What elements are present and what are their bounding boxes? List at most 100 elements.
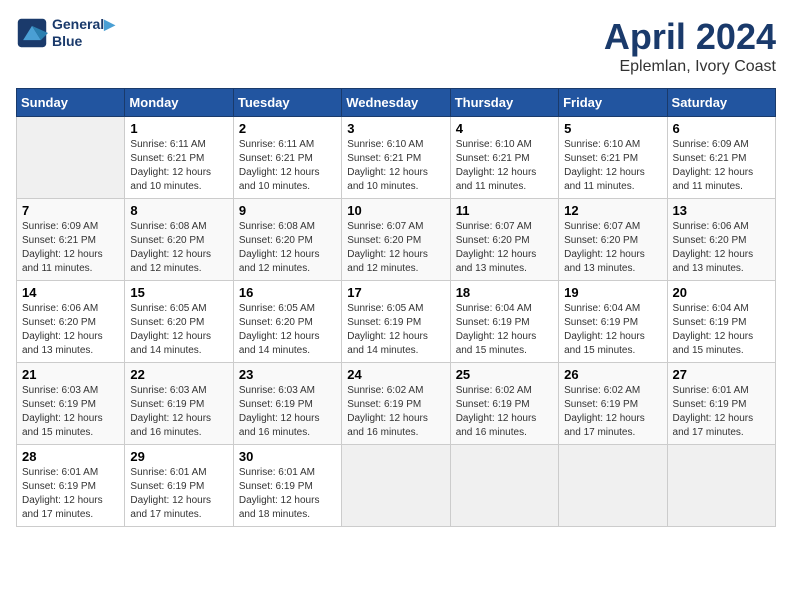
day-number: 9 <box>239 203 336 218</box>
day-number: 15 <box>130 285 227 300</box>
weekday-header-sunday: Sunday <box>17 89 125 117</box>
weekday-header-friday: Friday <box>559 89 667 117</box>
calendar-cell: 27 Sunrise: 6:01 AMSunset: 6:19 PMDayligh… <box>667 363 775 445</box>
calendar-cell <box>559 445 667 527</box>
day-number: 3 <box>347 121 444 136</box>
weekday-header-tuesday: Tuesday <box>233 89 341 117</box>
day-number: 23 <box>239 367 336 382</box>
calendar-cell: 19 Sunrise: 6:04 AMSunset: 6:19 PMDayligh… <box>559 281 667 363</box>
day-info: Sunrise: 6:10 AMSunset: 6:21 PMDaylight:… <box>564 138 661 194</box>
day-number: 18 <box>456 285 553 300</box>
day-info: Sunrise: 6:01 AMSunset: 6:19 PMDaylight:… <box>673 384 770 440</box>
calendar-cell: 12Sunrise: 6:07 AMSunset: 6:20 PMDayligh… <box>559 199 667 281</box>
day-info: Sunrise: 6:06 AMSunset: 6:20 PMDaylight:… <box>22 302 119 358</box>
day-number: 14 <box>22 285 119 300</box>
calendar-cell: 15 Sunrise: 6:05 AMSunset: 6:20 PMDayligh… <box>125 281 233 363</box>
day-number: 13 <box>673 203 770 218</box>
day-number: 27 <box>673 367 770 382</box>
calendar-cell <box>17 117 125 199</box>
day-info: Sunrise: 6:03 AMSunset: 6:19 PMDaylight:… <box>239 384 336 440</box>
weekday-header-row: SundayMondayTuesdayWednesdayThursdayFrid… <box>17 89 776 117</box>
day-number: 2 <box>239 121 336 136</box>
logo-text: General▶ Blue <box>52 16 115 49</box>
day-info: Sunrise: 6:10 AMSunset: 6:21 PMDaylight:… <box>456 138 553 194</box>
day-number: 21 <box>22 367 119 382</box>
calendar-body: 1 Sunrise: 6:11 AMSunset: 6:21 PMDaylight… <box>17 117 776 527</box>
calendar-cell: 8Sunrise: 6:08 AMSunset: 6:20 PMDaylight… <box>125 199 233 281</box>
day-number: 11 <box>456 203 553 218</box>
day-info: Sunrise: 6:03 AMSunset: 6:19 PMDaylight:… <box>22 384 119 440</box>
day-info: Sunrise: 6:04 AMSunset: 6:19 PMDaylight:… <box>673 302 770 358</box>
calendar-cell: 24 Sunrise: 6:02 AMSunset: 6:19 PMDayligh… <box>342 363 450 445</box>
day-number: 28 <box>22 449 119 464</box>
calendar-cell: 30Sunrise: 6:01 AMSunset: 6:19 PMDayligh… <box>233 445 341 527</box>
day-number: 17 <box>347 285 444 300</box>
title-area: April 2024 Eplemlan, Ivory Coast <box>604 16 776 76</box>
calendar-cell: 28Sunrise: 6:01 AMSunset: 6:19 PMDayligh… <box>17 445 125 527</box>
weekday-header-monday: Monday <box>125 89 233 117</box>
day-info: Sunrise: 6:05 AMSunset: 6:19 PMDaylight:… <box>347 302 444 358</box>
calendar-week-2: 7 Sunrise: 6:09 AMSunset: 6:21 PMDaylight… <box>17 199 776 281</box>
calendar-cell: 10Sunrise: 6:07 AMSunset: 6:20 PMDayligh… <box>342 199 450 281</box>
calendar-cell: 20 Sunrise: 6:04 AMSunset: 6:19 PMDayligh… <box>667 281 775 363</box>
day-info: Sunrise: 6:02 AMSunset: 6:19 PMDaylight:… <box>347 384 444 440</box>
calendar-week-1: 1 Sunrise: 6:11 AMSunset: 6:21 PMDaylight… <box>17 117 776 199</box>
day-info: Sunrise: 6:02 AMSunset: 6:19 PMDaylight:… <box>564 384 661 440</box>
day-info: Sunrise: 6:04 AMSunset: 6:19 PMDaylight:… <box>564 302 661 358</box>
day-info: Sunrise: 6:11 AMSunset: 6:21 PMDaylight:… <box>130 138 227 194</box>
day-info: Sunrise: 6:06 AMSunset: 6:20 PMDaylight:… <box>673 220 770 276</box>
day-info: Sunrise: 6:04 AMSunset: 6:19 PMDaylight:… <box>456 302 553 358</box>
weekday-header-wednesday: Wednesday <box>342 89 450 117</box>
day-number: 24 <box>347 367 444 382</box>
day-number: 4 <box>456 121 553 136</box>
calendar-cell: 14 Sunrise: 6:06 AMSunset: 6:20 PMDayligh… <box>17 281 125 363</box>
day-info: Sunrise: 6:03 AMSunset: 6:19 PMDaylight:… <box>130 384 227 440</box>
calendar-week-3: 14 Sunrise: 6:06 AMSunset: 6:20 PMDayligh… <box>17 281 776 363</box>
calendar-cell: 1 Sunrise: 6:11 AMSunset: 6:21 PMDaylight… <box>125 117 233 199</box>
day-info: Sunrise: 6:01 AMSunset: 6:19 PMDaylight:… <box>239 466 336 522</box>
calendar-cell: 17 Sunrise: 6:05 AMSunset: 6:19 PMDayligh… <box>342 281 450 363</box>
day-number: 1 <box>130 121 227 136</box>
calendar-cell: 5 Sunrise: 6:10 AMSunset: 6:21 PMDaylight… <box>559 117 667 199</box>
day-info: Sunrise: 6:09 AMSunset: 6:21 PMDaylight:… <box>673 138 770 194</box>
day-number: 5 <box>564 121 661 136</box>
day-number: 8 <box>130 203 227 218</box>
calendar-subtitle: Eplemlan, Ivory Coast <box>604 58 776 76</box>
day-number: 12 <box>564 203 661 218</box>
calendar-cell: 22Sunrise: 6:03 AMSunset: 6:19 PMDayligh… <box>125 363 233 445</box>
calendar-title: April 2024 <box>604 16 776 58</box>
calendar-cell: 25 Sunrise: 6:02 AMSunset: 6:19 PMDayligh… <box>450 363 558 445</box>
calendar-cell <box>450 445 558 527</box>
day-info: Sunrise: 6:05 AMSunset: 6:20 PMDaylight:… <box>130 302 227 358</box>
calendar-cell: 7 Sunrise: 6:09 AMSunset: 6:21 PMDaylight… <box>17 199 125 281</box>
day-info: Sunrise: 6:07 AMSunset: 6:20 PMDaylight:… <box>456 220 553 276</box>
day-info: Sunrise: 6:09 AMSunset: 6:21 PMDaylight:… <box>22 220 119 276</box>
day-info: Sunrise: 6:07 AMSunset: 6:20 PMDaylight:… <box>347 220 444 276</box>
calendar-cell: 18 Sunrise: 6:04 AMSunset: 6:19 PMDayligh… <box>450 281 558 363</box>
calendar-cell: 9 Sunrise: 6:08 AMSunset: 6:20 PMDaylight… <box>233 199 341 281</box>
weekday-header-saturday: Saturday <box>667 89 775 117</box>
calendar-cell: 16Sunrise: 6:05 AMSunset: 6:20 PMDayligh… <box>233 281 341 363</box>
calendar-cell: 2 Sunrise: 6:11 AMSunset: 6:21 PMDaylight… <box>233 117 341 199</box>
day-info: Sunrise: 6:11 AMSunset: 6:21 PMDaylight:… <box>239 138 336 194</box>
day-number: 6 <box>673 121 770 136</box>
day-number: 29 <box>130 449 227 464</box>
day-info: Sunrise: 6:05 AMSunset: 6:20 PMDaylight:… <box>239 302 336 358</box>
calendar-cell: 21 Sunrise: 6:03 AMSunset: 6:19 PMDayligh… <box>17 363 125 445</box>
day-number: 19 <box>564 285 661 300</box>
day-info: Sunrise: 6:10 AMSunset: 6:21 PMDaylight:… <box>347 138 444 194</box>
day-number: 7 <box>22 203 119 218</box>
calendar-week-4: 21 Sunrise: 6:03 AMSunset: 6:19 PMDayligh… <box>17 363 776 445</box>
calendar-cell: 3 Sunrise: 6:10 AMSunset: 6:21 PMDaylight… <box>342 117 450 199</box>
calendar-cell: 23 Sunrise: 6:03 AMSunset: 6:19 PMDayligh… <box>233 363 341 445</box>
calendar-cell <box>667 445 775 527</box>
day-info: Sunrise: 6:02 AMSunset: 6:19 PMDaylight:… <box>456 384 553 440</box>
calendar-table: SundayMondayTuesdayWednesdayThursdayFrid… <box>16 88 776 527</box>
calendar-cell: 26Sunrise: 6:02 AMSunset: 6:19 PMDayligh… <box>559 363 667 445</box>
day-info: Sunrise: 6:01 AMSunset: 6:19 PMDaylight:… <box>130 466 227 522</box>
day-number: 20 <box>673 285 770 300</box>
calendar-cell: 4 Sunrise: 6:10 AMSunset: 6:21 PMDaylight… <box>450 117 558 199</box>
day-info: Sunrise: 6:08 AMSunset: 6:20 PMDaylight:… <box>239 220 336 276</box>
day-number: 25 <box>456 367 553 382</box>
weekday-header-thursday: Thursday <box>450 89 558 117</box>
